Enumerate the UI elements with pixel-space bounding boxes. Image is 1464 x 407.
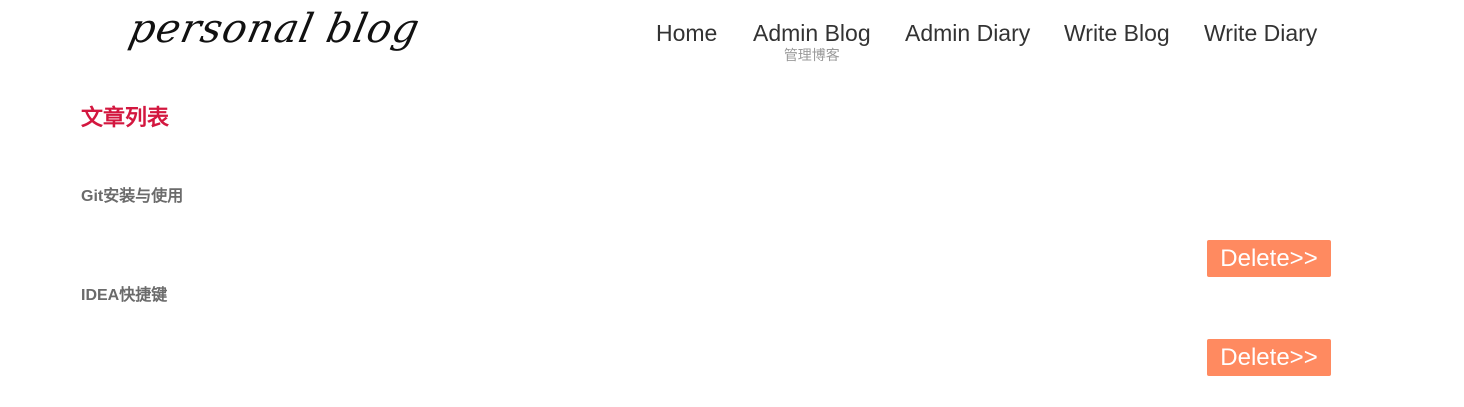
- section-title: 文章列表: [81, 105, 170, 130]
- nav-item-home[interactable]: Home: [656, 20, 717, 47]
- nav-item-admin-blog-label: Admin Blog: [753, 20, 871, 46]
- nav-item-write-blog[interactable]: Write Blog: [1064, 20, 1170, 47]
- nav-item-admin-blog[interactable]: Admin Blog 管理博客: [753, 20, 871, 63]
- main-nav: Home Admin Blog 管理博客 Admin Diary Write B…: [0, 20, 1464, 80]
- nav-item-admin-diary[interactable]: Admin Diary: [905, 20, 1030, 47]
- article-title[interactable]: Git安装与使用: [81, 182, 183, 206]
- nav-item-admin-blog-sublabel: 管理博客: [783, 47, 840, 63]
- delete-button[interactable]: Delete>>: [1207, 339, 1331, 376]
- page: personal blog Home Admin Blog 管理博客 Admin…: [0, 0, 1464, 407]
- nav-item-write-diary[interactable]: Write Diary: [1204, 20, 1317, 47]
- delete-button[interactable]: Delete>>: [1207, 240, 1331, 277]
- article-title[interactable]: IDEA快捷键: [81, 281, 167, 305]
